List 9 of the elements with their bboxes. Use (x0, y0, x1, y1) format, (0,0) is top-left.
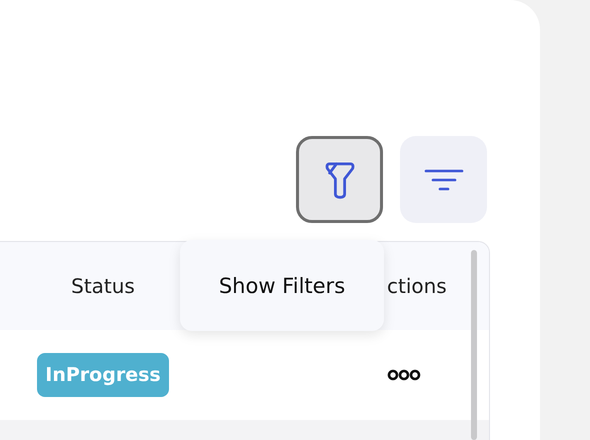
column-header: Status (71, 274, 135, 298)
funnel-icon (324, 160, 354, 200)
scrollbar[interactable] (471, 250, 477, 440)
status-badge: InProgress (37, 353, 169, 397)
filter-toggle-button[interactable] (296, 136, 383, 223)
more-icon[interactable] (387, 369, 421, 381)
filter-icon (424, 168, 464, 192)
column-header: ctions (387, 274, 447, 298)
tooltip: Show Filters (180, 240, 384, 331)
